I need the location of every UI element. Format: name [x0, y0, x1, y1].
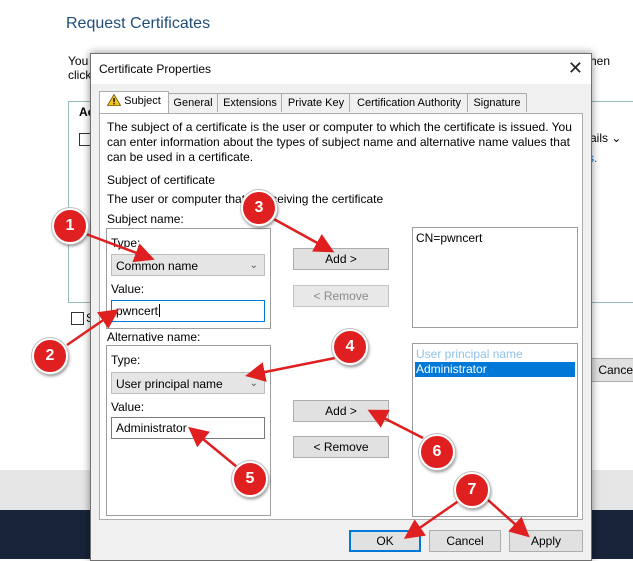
chevron-down-icon: ⌄ [249, 378, 258, 389]
subject-name-group: Type: Common name ⌄ Value: pwncert [106, 228, 271, 329]
list-item[interactable]: CN=pwncert [415, 231, 575, 246]
ok-button[interactable]: OK [349, 530, 421, 552]
list-item-selected[interactable]: Administrator [415, 362, 575, 377]
chevron-down-icon: ⌄ [249, 260, 258, 271]
tab-certification-authority[interactable]: Certification Authority [349, 93, 469, 112]
subject-description: The subject of a certificate is the user… [107, 120, 572, 164]
wizard-intro-text: You click [68, 54, 92, 82]
wizard-intro-text-right: hen [590, 54, 611, 68]
tab-general[interactable]: General [167, 93, 219, 112]
cancel-button[interactable]: Cancel [429, 530, 501, 552]
annotation-marker-6: 6 [419, 434, 455, 470]
alt-value-label: Value: [111, 400, 145, 414]
tab-signature[interactable]: Signature [467, 93, 527, 112]
alternative-name-label: Alternative name: [107, 330, 201, 344]
subject-heading: Subject of certificate [107, 173, 216, 187]
alternative-values-list[interactable]: User principal name Administrator [412, 343, 578, 517]
annotation-marker-7: 7 [454, 472, 490, 508]
annotation-marker-2: 2 [32, 338, 68, 374]
subject-tab-panel: The subject of a certificate is the user… [99, 113, 583, 520]
subject-value-label: Value: [111, 282, 145, 296]
certificate-properties-dialog: Certificate Properties ✕ Subject General… [90, 53, 592, 561]
subject-type-dropdown[interactable]: Common name ⌄ [111, 254, 265, 276]
subject-remove-button[interactable]: < Remove [293, 285, 389, 307]
chevron-down-icon: ⌄ [611, 131, 622, 145]
alt-add-button[interactable]: Add > [293, 400, 389, 422]
tab-subject[interactable]: Subject [99, 91, 169, 113]
warning-icon [106, 93, 122, 112]
dialog-title: Certificate Properties [99, 62, 212, 76]
list-group-header: User principal name [416, 347, 523, 361]
alt-remove-button[interactable]: < Remove [293, 436, 389, 458]
alt-type-dropdown[interactable]: User principal name ⌄ [111, 372, 265, 394]
tab-private-key[interactable]: Private Key [281, 93, 351, 112]
details-toggle[interactable]: ails ⌄ [590, 131, 621, 145]
subject-name-label: Subject name: [107, 212, 184, 226]
subject-value-input[interactable]: pwncert [111, 300, 265, 322]
annotation-marker-1: 1 [52, 208, 88, 244]
annotation-marker-3: 3 [241, 190, 277, 226]
dialog-titlebar: Certificate Properties ✕ [91, 54, 591, 84]
close-icon[interactable]: ✕ [568, 58, 583, 78]
subject-type-label: Type: [111, 236, 141, 250]
wizard-cancel-button[interactable]: Cancel [586, 358, 633, 382]
alt-value-input[interactable]: Administrator [111, 417, 265, 439]
alt-type-label: Type: [111, 353, 141, 367]
show-all-checkbox[interactable] [71, 312, 84, 325]
subject-add-button[interactable]: Add > [293, 248, 389, 270]
tab-extensions[interactable]: Extensions [217, 93, 283, 112]
annotation-marker-4: 4 [332, 329, 368, 365]
apply-button[interactable]: Apply [509, 530, 583, 552]
subject-values-list[interactable]: CN=pwncert [412, 227, 578, 328]
annotation-marker-5: 5 [232, 461, 268, 497]
wizard-title: Request Certificates [66, 15, 211, 32]
